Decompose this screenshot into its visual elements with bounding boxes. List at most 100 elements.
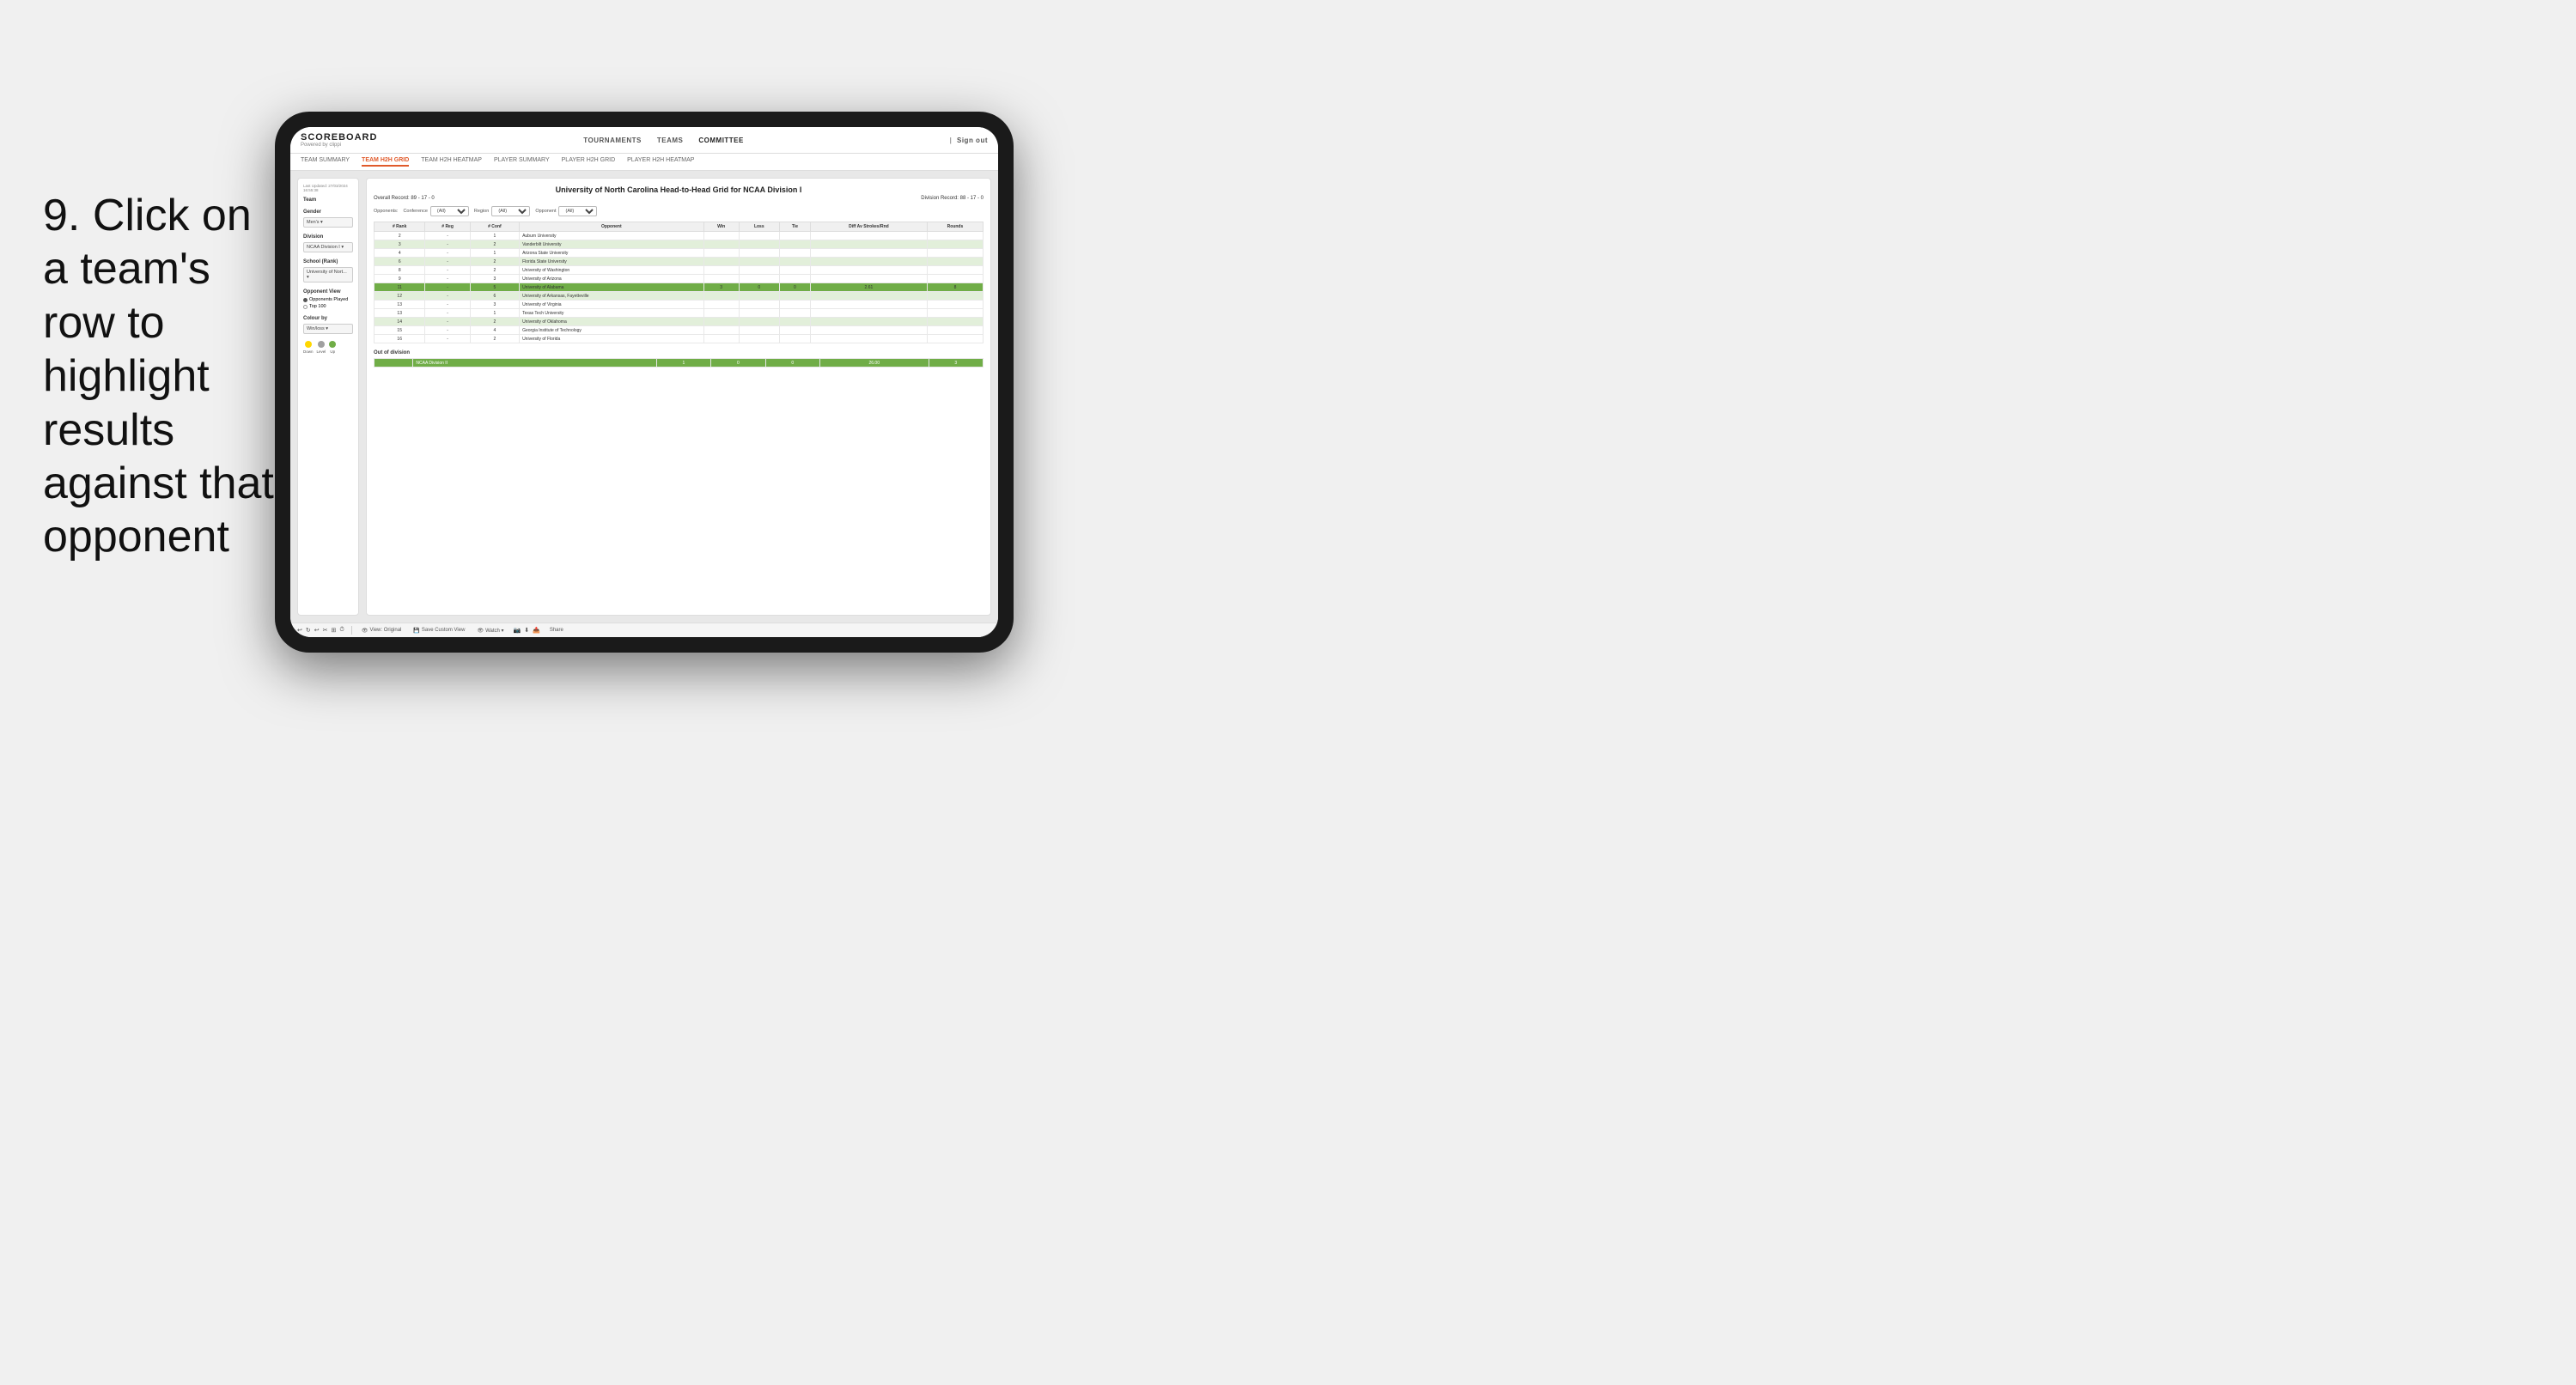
school-label: School (Rank) [303, 259, 353, 264]
nav-links: TOURNAMENTS TEAMS COMMITTEE [583, 137, 744, 144]
table-cell [810, 266, 927, 275]
table-cell [739, 232, 779, 240]
table-row[interactable]: 16-2University of Florida [375, 335, 984, 343]
table-cell [810, 240, 927, 249]
table-row[interactable]: 8-2University of Washington [375, 266, 984, 275]
table-cell: 6 [470, 292, 519, 301]
table-row[interactable]: 4-1Arizona State University [375, 249, 984, 258]
colour-by-select[interactable]: Win/loss ▾ [303, 324, 353, 334]
screenshot-icon[interactable]: 📷 [514, 627, 521, 634]
conference-label: Conference [403, 209, 427, 214]
opponents-label: Opponents: [374, 209, 398, 214]
table-cell: - [425, 266, 470, 275]
table-cell: 3 [703, 283, 739, 292]
legend-down: Down [303, 341, 314, 354]
tab-team-summary[interactable]: TEAM SUMMARY [301, 157, 350, 167]
tab-player-h2h-heatmap[interactable]: PLAYER H2H HEATMAP [627, 157, 694, 167]
legend-level: Level [317, 341, 326, 354]
table-cell [810, 301, 927, 309]
save-custom-btn[interactable]: 💾 Save Custom View [411, 627, 467, 635]
legend-dot-down [305, 341, 312, 348]
table-cell: Texas Tech University [520, 309, 704, 318]
share-label: Share [550, 628, 563, 633]
sign-out-area: | Sign out [950, 137, 988, 144]
header-conf: # Conf [470, 222, 519, 232]
table-cell [739, 301, 779, 309]
tab-player-summary[interactable]: PLAYER SUMMARY [494, 157, 550, 167]
toolbar-divider-1 [351, 626, 352, 635]
table-row[interactable]: 13-3University of Virginia [375, 301, 984, 309]
download-icon[interactable]: ⬇ [524, 627, 529, 634]
table-cell [703, 292, 739, 301]
last-updated: Last Updated: 27/03/2024 16:55:38 [303, 184, 353, 192]
table-cell [703, 335, 739, 343]
table-row[interactable]: 3-2Vanderbilt University [375, 240, 984, 249]
copy-icon[interactable]: ⊞ [332, 627, 337, 634]
school-section: School (Rank) University of Nort... ▾ [303, 259, 353, 282]
region-label: Region [474, 209, 489, 214]
table-row[interactable]: 9-3University of Arizona [375, 275, 984, 283]
conference-select[interactable]: (All) [430, 206, 469, 216]
out-of-division-row[interactable]: NCAA Division II 1 0 0 26.00 3 [375, 359, 984, 368]
table-row[interactable]: 6-2Florida State University [375, 258, 984, 266]
team-section: Team [303, 197, 353, 203]
table-cell [739, 275, 779, 283]
table-cell [779, 335, 810, 343]
share-btn[interactable]: Share [547, 627, 566, 634]
scissors-icon[interactable]: ✂ [323, 627, 328, 634]
export-icon[interactable]: 📤 [533, 627, 540, 634]
table-cell [779, 232, 810, 240]
tab-team-h2h-heatmap[interactable]: TEAM H2H HEATMAP [421, 157, 482, 167]
tab-player-h2h-grid[interactable]: PLAYER H2H GRID [562, 157, 616, 167]
table-cell [703, 266, 739, 275]
nav-teams[interactable]: TEAMS [657, 137, 684, 144]
sub-tabs: TEAM SUMMARY TEAM H2H GRID TEAM H2H HEAT… [290, 154, 998, 171]
table-row[interactable]: 12-6University of Arkansas, Fayetteville [375, 292, 984, 301]
table-cell: 2.61 [810, 283, 927, 292]
radio-top100[interactable]: Top 100 [303, 304, 353, 309]
gender-select[interactable]: Men's ▾ [303, 217, 353, 228]
table-cell: 12 [375, 292, 425, 301]
opponent-view-section: Opponent View Opponents Played Top 100 [303, 289, 353, 309]
table-cell: 1 [470, 249, 519, 258]
back-icon[interactable]: ↩ [314, 627, 320, 634]
table-row[interactable]: 13-1Texas Tech University [375, 309, 984, 318]
table-row[interactable]: 11-5University of Alabama3002.618 [375, 283, 984, 292]
division-select[interactable]: NCAA Division I ▾ [303, 242, 353, 252]
table-cell: University of Virginia [520, 301, 704, 309]
table-row[interactable]: 14-2University of Oklahoma [375, 318, 984, 326]
undo-icon[interactable]: ↩ [297, 627, 302, 634]
logo-subtitle: Powered by clippi [301, 143, 377, 148]
region-select[interactable]: (All) [491, 206, 530, 216]
watch-btn[interactable]: 👁 Watch ▾ [474, 627, 506, 635]
table-cell [703, 326, 739, 335]
view-original-label: View: Original [369, 628, 401, 633]
school-select[interactable]: University of Nort... ▾ [303, 267, 353, 282]
nav-tournaments[interactable]: TOURNAMENTS [583, 137, 642, 144]
table-cell: - [425, 335, 470, 343]
division-label: Division [303, 234, 353, 240]
sign-out-link[interactable]: Sign out [957, 137, 988, 144]
redo-icon[interactable]: ↻ [306, 627, 311, 634]
table-cell: 2 [470, 266, 519, 275]
header-loss: Loss [739, 222, 779, 232]
view-original-btn[interactable]: 👁 View: Original [359, 627, 405, 635]
share-icons: 📷 ⬇ 📤 [514, 627, 540, 634]
legend: Down Level Up [303, 341, 353, 354]
table-cell [810, 292, 927, 301]
table-row[interactable]: 2-1Auburn University [375, 232, 984, 240]
radio-opponents-played[interactable]: Opponents Played [303, 297, 353, 302]
table-cell [739, 249, 779, 258]
watch-icon: 👁 [477, 628, 484, 634]
nav-committee[interactable]: COMMITTEE [698, 137, 744, 144]
filters-row: Opponents: Conference (All) Region (All) [374, 206, 984, 216]
table-cell [810, 318, 927, 326]
table-cell: University of Alabama [520, 283, 704, 292]
clock-icon[interactable]: ⏱ [339, 627, 344, 634]
colour-by-section: Colour by Win/loss ▾ [303, 316, 353, 334]
tab-team-h2h-grid[interactable]: TEAM H2H GRID [362, 157, 409, 167]
table-row[interactable]: 15-4Georgia Institute of Technology [375, 326, 984, 335]
opponent-select[interactable]: (All) [558, 206, 597, 216]
region-filter: Region (All) [474, 206, 530, 216]
table-cell: - [425, 283, 470, 292]
